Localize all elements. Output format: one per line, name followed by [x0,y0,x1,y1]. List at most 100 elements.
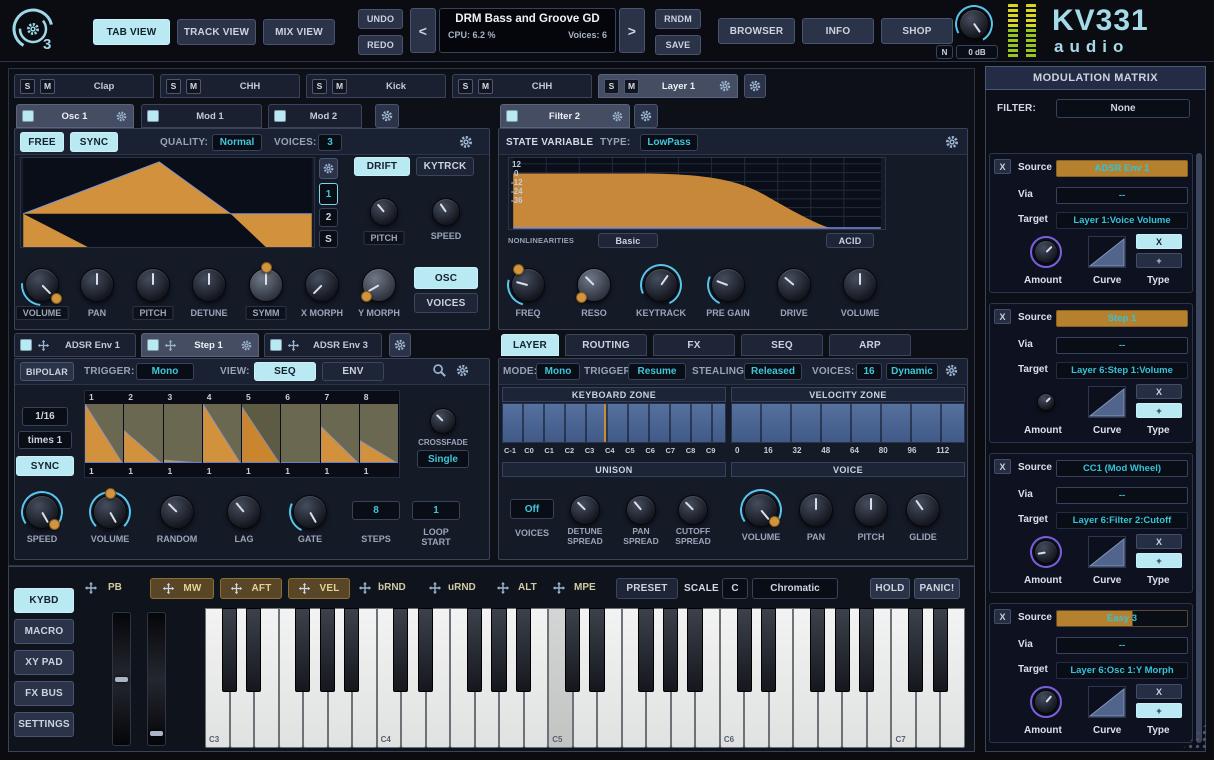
view-seq-button[interactable]: SEQ [254,362,316,381]
mute-button[interactable]: M [478,79,493,94]
tab-layer[interactable]: LAYER [501,334,559,356]
keytrack-button[interactable]: KYTRCK [416,157,474,176]
loop-start-value[interactable]: 1 [412,501,460,520]
move-icon[interactable] [287,339,300,352]
piano-black-key[interactable] [295,608,310,692]
step-gate-knob[interactable] [293,495,327,529]
osc-detune-knob[interactable] [192,268,226,302]
layer-tab-kick[interactable]: S M Kick [306,74,446,98]
undo-button[interactable]: UNDO [358,9,403,29]
gear-icon[interactable] [240,339,253,352]
mw-button[interactable]: MW [150,578,214,599]
filter2-enable-checkbox[interactable] [506,110,518,122]
step-column-8[interactable]: 81 [360,391,399,477]
piano-black-key[interactable] [344,608,359,692]
wave-slot1-button[interactable]: 1 [319,183,338,205]
crossfade-knob[interactable] [430,408,456,434]
bipolar-button[interactable]: BIPOLAR [20,362,74,381]
via-value[interactable]: -- [1056,487,1188,504]
target-value[interactable]: Layer 1:Voice Volume [1056,212,1188,229]
layer-tab-clap[interactable]: S M Clap [14,74,154,98]
layer-voices-value[interactable]: 16 [856,363,882,380]
amount-knob[interactable] [1034,690,1058,714]
osc-xmorph-knob[interactable] [305,268,339,302]
alt-move-icon[interactable] [496,581,510,595]
track-view-button[interactable]: TRACK VIEW [177,19,256,45]
piano-black-key[interactable] [687,608,702,692]
velocity-zone-display[interactable] [731,403,965,443]
mpe-move-icon[interactable] [552,581,566,595]
mix-view-button[interactable]: MIX VIEW [263,19,335,45]
pb-label[interactable]: PB [108,582,122,593]
panic-button[interactable]: PANIC! [914,578,960,599]
sidebar-settings-button[interactable]: SETTINGS [14,712,74,737]
sidebar-kybd-button[interactable]: KYBD [14,588,74,613]
filter-pregain-knob[interactable] [711,268,745,302]
tab-step1[interactable]: Step 1 [141,333,259,357]
step-gear-icon[interactable] [455,363,470,378]
redo-button[interactable]: REDO [358,35,403,55]
layer-tab-chh-2[interactable]: S M CHH [452,74,592,98]
filter-gear-icon[interactable] [944,134,960,150]
tab-fx[interactable]: FX [653,334,735,356]
target-value[interactable]: Layer 6:Step 1:Volume [1056,362,1188,379]
step-column-1[interactable]: 11 [85,391,124,477]
step-column-3[interactable]: 31 [164,391,203,477]
amount-knob[interactable] [1034,540,1058,564]
sidebar-fxbus-button[interactable]: FX BUS [14,681,74,706]
piano-black-key[interactable] [467,608,482,692]
save-button[interactable]: SAVE [655,35,701,55]
piano-black-key[interactable] [418,608,433,692]
piano-black-key[interactable] [638,608,653,692]
voice-volume-knob[interactable] [744,493,778,527]
step-column-6[interactable]: 61 [281,391,320,477]
preset-display[interactable]: DRM Bass and Groove GD CPU: 6.2 % Voices… [439,8,616,53]
remove-slot-button[interactable]: X [994,609,1011,624]
via-value[interactable]: -- [1056,187,1188,204]
master-db-value[interactable]: 0 dB [956,45,998,59]
shop-button[interactable]: SHOP [881,18,953,44]
via-value[interactable]: -- [1056,637,1188,654]
stealing-value[interactable]: Released [744,363,802,380]
osc-ymorph-knob[interactable] [362,268,396,302]
curve-icon[interactable] [1088,236,1126,268]
filter-drive-knob[interactable] [777,268,811,302]
layer-tab-chh-1[interactable]: S M CHH [160,74,300,98]
piano-black-key[interactable] [320,608,335,692]
modenv-gear-button[interactable] [389,333,411,357]
normalize-toggle[interactable]: N [936,45,953,59]
move-icon[interactable] [37,339,50,352]
layer-settings-gear-button[interactable] [744,74,766,98]
piano-black-key[interactable] [810,608,825,692]
piano-black-key[interactable] [663,608,678,692]
piano-black-key[interactable] [393,608,408,692]
tab-routing[interactable]: ROUTING [565,334,647,356]
filter-freq-knob[interactable] [511,268,545,302]
remove-slot-button[interactable]: X [994,459,1011,474]
mpe-label[interactable]: MPE [574,582,596,593]
filter-volume-knob[interactable] [843,268,877,302]
mode-value[interactable]: Mono [536,363,580,380]
brnd-label[interactable]: bRND [378,582,406,593]
type-plus-button[interactable]: + [1136,703,1182,718]
zoom-icon[interactable] [432,363,447,378]
curve-icon[interactable] [1088,386,1126,418]
layer-tab-layer1[interactable]: S M Layer 1 [598,74,738,98]
drift-speed-knob[interactable] [432,198,460,226]
filter-reso-knob[interactable] [577,268,611,302]
tab-mod2[interactable]: Mod 2 [268,104,362,128]
piano-black-key[interactable] [491,608,506,692]
wave-slot2-button[interactable]: 2 [319,208,338,227]
osc1-enable-checkbox[interactable] [22,110,34,122]
step-random-knob[interactable] [160,495,194,529]
gear-icon[interactable] [115,110,128,123]
layer-trigger-value[interactable]: Resume [628,363,686,380]
trigger-value[interactable]: Mono [136,363,194,380]
mute-button[interactable]: M [186,79,201,94]
mod-wheel[interactable] [147,612,166,746]
osc-waveform-display[interactable] [20,157,315,248]
pitch-bend-wheel[interactable] [112,612,131,746]
osc-pitch-knob[interactable] [136,268,170,302]
mod1-enable-checkbox[interactable] [147,110,159,122]
source-value[interactable]: Easy 3 [1056,610,1188,627]
